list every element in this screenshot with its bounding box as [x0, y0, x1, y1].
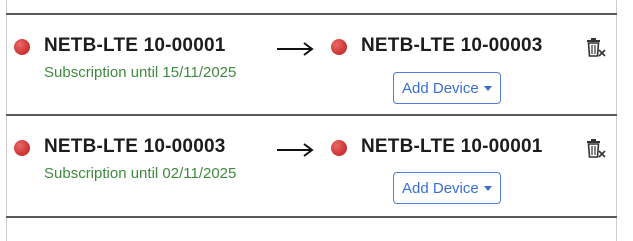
- source-device-name: NETB-LTE 10-00003: [44, 136, 226, 157]
- add-device-button[interactable]: Add Device: [393, 72, 501, 104]
- target-device-name: NETB-LTE 10-00003: [361, 35, 543, 56]
- trash-x-icon[interactable]: [586, 138, 606, 160]
- status-dot: [331, 39, 347, 55]
- add-device-button[interactable]: Add Device: [393, 172, 501, 204]
- caret-down-icon: [483, 185, 492, 191]
- add-device-label: Add Device: [402, 79, 479, 97]
- arrow-right-icon: [277, 143, 314, 157]
- caret-down-icon: [483, 85, 492, 91]
- source-device-name: NETB-LTE 10-00001: [44, 35, 226, 56]
- status-dot: [331, 140, 347, 156]
- status-dot: [14, 39, 30, 55]
- device-link-row: NETB-LTE 10-00001 Subscription until 15/…: [6, 13, 617, 116]
- status-dot: [14, 140, 30, 156]
- add-device-label: Add Device: [402, 179, 479, 197]
- subscription-text: Subscription until 15/11/2025: [44, 64, 237, 81]
- arrow-right-icon: [277, 42, 314, 56]
- trash-x-icon[interactable]: [586, 37, 606, 59]
- device-link-row: NETB-LTE 10-00003 Subscription until 02/…: [6, 116, 617, 218]
- target-device-name: NETB-LTE 10-00001: [361, 136, 543, 157]
- subscription-text: Subscription until 02/11/2025: [44, 165, 237, 182]
